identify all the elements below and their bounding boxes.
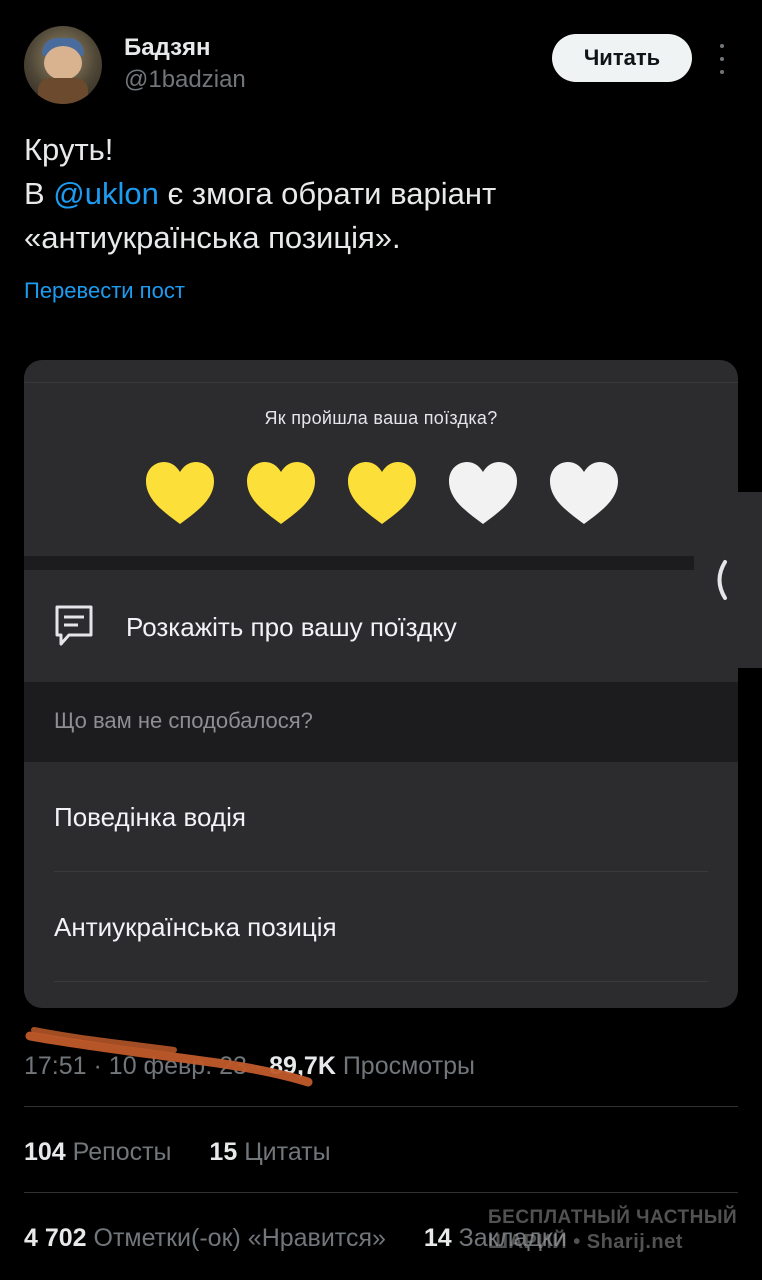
- tweet-line-1: Круть!: [24, 132, 114, 167]
- quotes-count: 15: [209, 1138, 238, 1166]
- heart-filled-icon[interactable]: [144, 460, 216, 526]
- follow-button[interactable]: Читать: [552, 34, 692, 82]
- reposts-count: 104: [24, 1138, 66, 1166]
- heart-rating: [144, 460, 620, 526]
- option-label: Антиукраїнська позиція: [54, 912, 337, 942]
- translate-post-link[interactable]: Перевести пост: [24, 278, 185, 304]
- meta-separator: ·: [253, 1052, 270, 1080]
- avatar-face: [44, 46, 82, 80]
- dislike-section-header: Що вам не сподобалося?: [24, 682, 738, 762]
- author-name[interactable]: Бадзян: [124, 34, 211, 62]
- heart-filled-icon[interactable]: [245, 460, 317, 526]
- option-anti-ukrainian-position: Антиукраїнська позиція: [24, 872, 738, 982]
- tweet-line-2-suffix: є змога обрати варіант: [158, 176, 497, 211]
- option-divider: [54, 981, 708, 982]
- tweet-line-3: «антиукраїнська позиція».: [24, 220, 401, 255]
- divider: [24, 1106, 738, 1107]
- tweet-time[interactable]: 17:51: [24, 1052, 87, 1080]
- heart-filled-icon[interactable]: [346, 460, 418, 526]
- avatar-body: [38, 78, 88, 104]
- tweet-text: Круть! В @uklon є змога обрати варіант «…: [24, 128, 738, 260]
- watermark-line-2: ШАРИЙ • Sharij.net: [488, 1231, 683, 1253]
- bookmarks-count: 14: [423, 1224, 452, 1252]
- quotes-stat[interactable]: 15 Цитаты: [209, 1138, 330, 1166]
- dislike-question: Що вам не сподобалося?: [54, 708, 313, 733]
- card-divider: [24, 382, 738, 383]
- tweet-date[interactable]: 10 февр. 23: [109, 1052, 247, 1080]
- more-options-icon[interactable]: [712, 44, 732, 74]
- heart-empty-icon[interactable]: [548, 460, 620, 526]
- stats-row-2: 4 702 Отметки(-ок) «Нравится» 14 Закладк…: [24, 1224, 567, 1253]
- views-label: Просмотры: [342, 1052, 475, 1080]
- option-driver-behavior: Поведінка водія: [24, 762, 738, 872]
- chevron-left-icon: [717, 560, 727, 600]
- tweet-header: Бадзян @1badzian Читать: [24, 26, 738, 106]
- tweet-line-2-prefix: В: [24, 176, 54, 211]
- likes-label: Отметки(-ок) «Нравится»: [93, 1224, 386, 1252]
- feedback-label: Розкажіть про вашу поїздку: [126, 612, 457, 642]
- author-handle[interactable]: @1badzian: [124, 66, 246, 94]
- tweet-line-2: В @uklon є змога обрати варіант: [24, 172, 738, 216]
- watermark-line-1: БЕСПЛАТНЫЙ ЧАСТНЫЙ: [488, 1207, 738, 1228]
- comment-icon: [55, 605, 93, 646]
- reposts-label: Репосты: [72, 1138, 172, 1166]
- side-panel-tab: [694, 492, 762, 668]
- option-label: Поведінка водія: [54, 802, 246, 832]
- watermark: БЕСПЛАТНЫЙ ЧАСТНЫЙ ШАРИЙ • Sharij.net: [488, 1206, 744, 1254]
- divider: [24, 1192, 738, 1193]
- section-separator: [24, 556, 738, 570]
- attached-image-card[interactable]: Як пройшла ваша поїздка? Розкажіть про в…: [24, 360, 738, 1008]
- quotes-label: Цитаты: [244, 1138, 331, 1166]
- mention-link[interactable]: @uklon: [53, 176, 159, 211]
- feedback-row: Розкажіть про вашу поїздку: [24, 570, 738, 682]
- meta-separator: ·: [93, 1052, 109, 1080]
- avatar[interactable]: [24, 26, 102, 104]
- heart-empty-icon[interactable]: [447, 460, 519, 526]
- views-count: 89,7K: [269, 1052, 336, 1080]
- stats-row-1: 104 Репосты 15 Цитаты: [24, 1138, 331, 1167]
- tweet-meta: 17:51 · 10 февр. 23 · 89,7K Просмотры: [24, 1052, 475, 1081]
- reposts-stat[interactable]: 104 Репосты: [24, 1138, 172, 1166]
- likes-count: 4 702: [24, 1224, 87, 1252]
- likes-stat[interactable]: 4 702 Отметки(-ок) «Нравится»: [24, 1224, 386, 1252]
- rating-question: Як пройшла ваша поїздка?: [264, 408, 498, 428]
